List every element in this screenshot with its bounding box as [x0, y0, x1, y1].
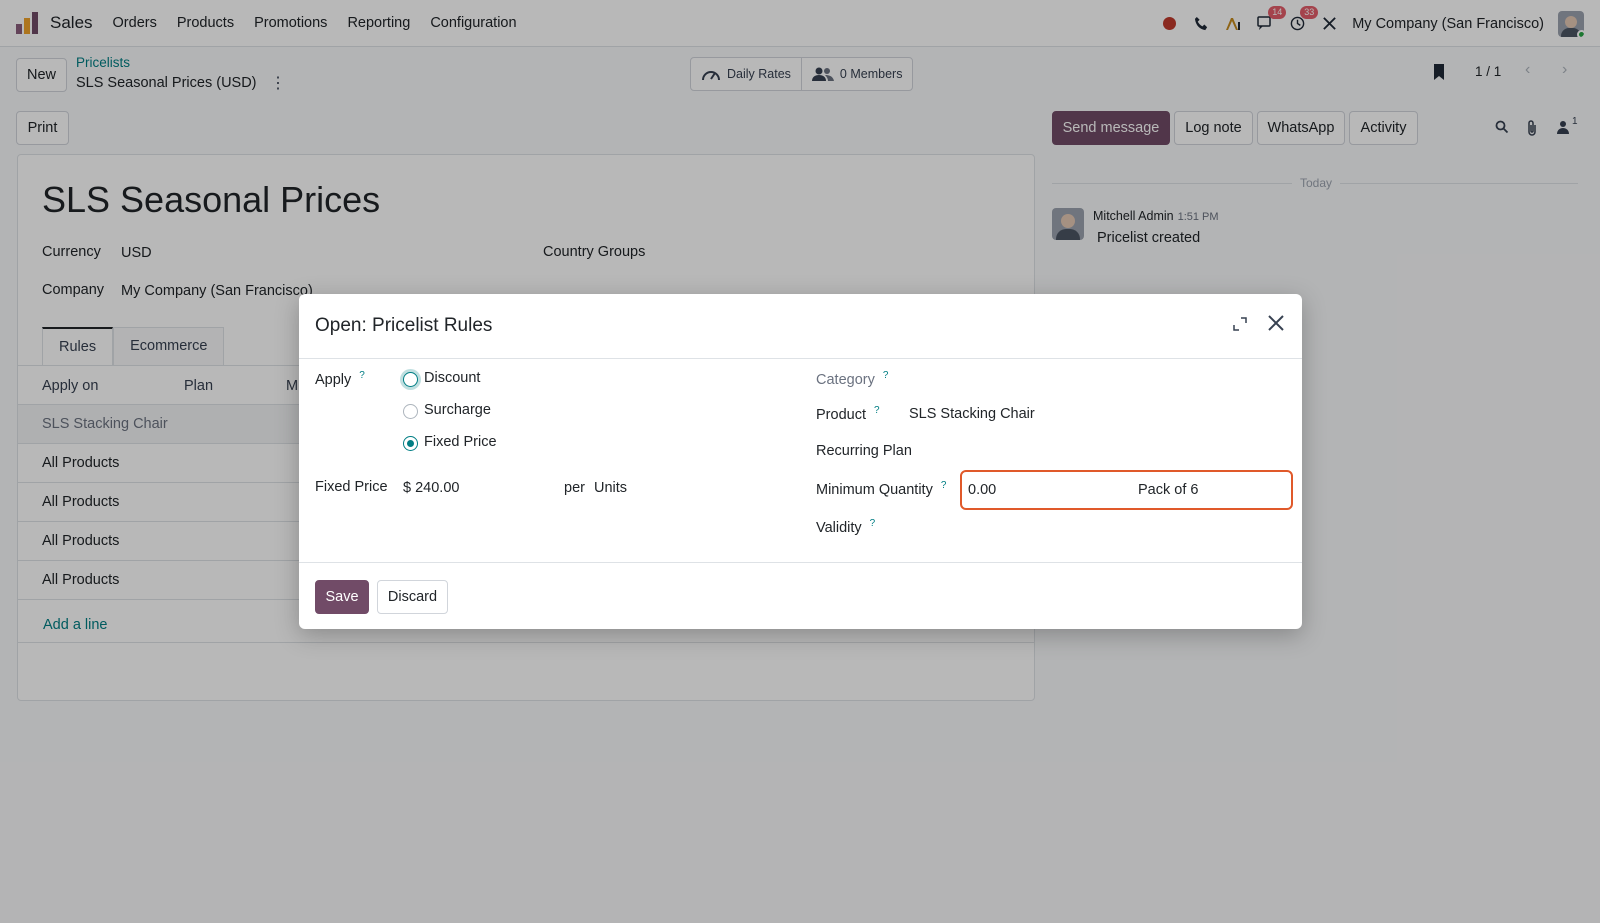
recurring-plan-label: Recurring Plan: [816, 443, 912, 459]
apply-discount-radio[interactable]: [403, 372, 418, 387]
apply-surcharge-radio[interactable]: [403, 404, 418, 419]
apply-surcharge-label[interactable]: Surcharge: [424, 402, 491, 418]
category-label-text: Category: [816, 371, 875, 388]
apply-discount-label[interactable]: Discount: [424, 370, 480, 386]
product-label-text: Product: [816, 406, 866, 423]
dialog-footer: Save Discard: [299, 562, 1302, 629]
min-qty-uom: Pack of 6: [1138, 482, 1199, 498]
min-qty-label-text: Minimum Quantity: [816, 481, 933, 498]
save-button[interactable]: Save: [315, 580, 369, 614]
close-icon[interactable]: [1267, 310, 1285, 340]
expand-icon[interactable]: [1233, 317, 1247, 334]
min-qty-input[interactable]: 0.00: [968, 482, 996, 498]
min-qty-help-icon[interactable]: ?: [941, 480, 947, 491]
category-label: Category?: [816, 370, 888, 388]
apply-fixed-price-radio[interactable]: [403, 436, 418, 451]
category-help-icon[interactable]: ?: [883, 370, 889, 381]
apply-fixed-price-label[interactable]: Fixed Price: [424, 434, 497, 450]
validity-label: Validity?: [816, 518, 875, 536]
dialog-title: Open: Pricelist Rules: [315, 315, 493, 336]
min-qty-label: Minimum Quantity?: [816, 480, 946, 498]
uom-field[interactable]: Units: [594, 480, 627, 496]
product-field[interactable]: SLS Stacking Chair: [909, 406, 1035, 422]
dialog-header: Open: Pricelist Rules: [299, 294, 1302, 359]
apply-label: Apply?: [315, 370, 365, 388]
discard-button[interactable]: Discard: [377, 580, 448, 614]
validity-help-icon[interactable]: ?: [870, 518, 876, 529]
apply-label-text: Apply: [315, 371, 352, 388]
apply-help-icon[interactable]: ?: [359, 370, 365, 381]
fixed-price-input[interactable]: $ 240.00: [403, 480, 459, 496]
product-help-icon[interactable]: ?: [874, 405, 880, 416]
per-label: per: [564, 480, 585, 496]
pricelist-rule-dialog: Open: Pricelist Rules Apply? Discount Su…: [299, 294, 1302, 629]
product-label: Product?: [816, 405, 880, 423]
validity-label-text: Validity: [816, 519, 862, 536]
fixed-price-label: Fixed Price: [315, 479, 388, 495]
min-qty-field[interactable]: 0.00 Pack of 6: [960, 470, 1293, 510]
